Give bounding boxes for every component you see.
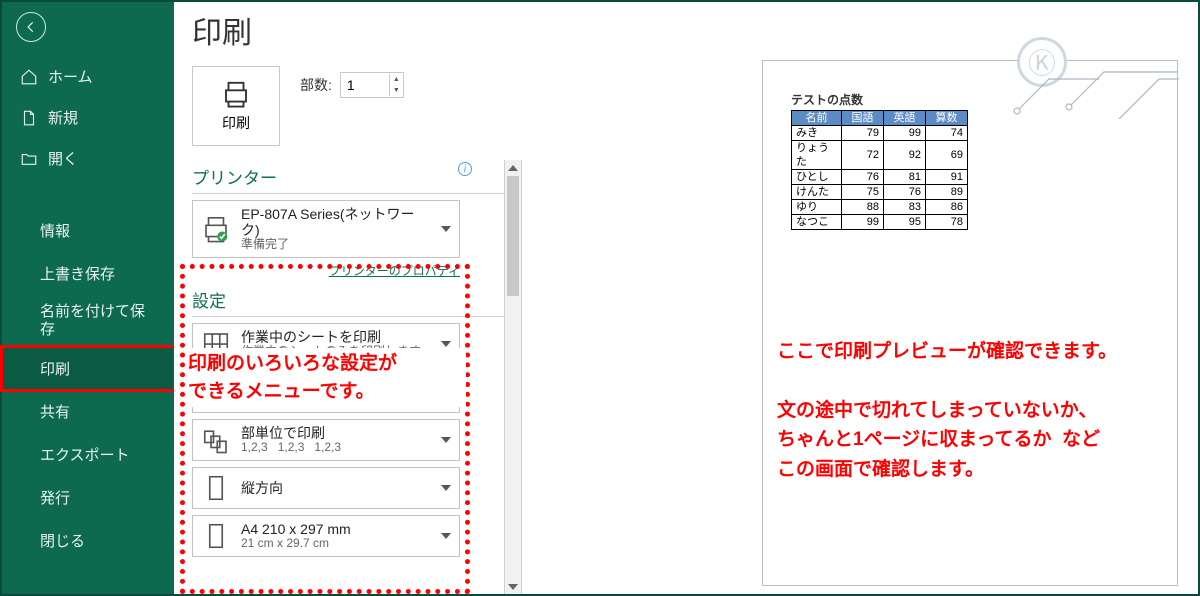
printer-name: EP-807A Series(ネットワーク) bbox=[241, 206, 431, 238]
chevron-down-icon bbox=[441, 485, 451, 491]
sidebar-item-home[interactable]: ホーム bbox=[2, 56, 174, 97]
option-icon bbox=[201, 425, 231, 455]
annotation-left: 印刷のいろいろな設定が できるメニューです。 bbox=[186, 348, 466, 407]
chevron-down-icon bbox=[441, 341, 451, 347]
print-button[interactable]: 印刷 bbox=[192, 66, 280, 146]
sidebar-item-export[interactable]: エクスポート bbox=[2, 433, 174, 476]
copies-control: 部数: ▲ ▼ bbox=[300, 72, 404, 98]
preview-table: 名前国語英語算数 みき799974りょうた729269ひとし768191けんた7… bbox=[791, 110, 968, 230]
print-button-label: 印刷 bbox=[222, 113, 250, 133]
sidebar-secondary: 情報上書き保存名前を付けて保存印刷共有エクスポート発行閉じる bbox=[2, 201, 174, 562]
open-folder-icon bbox=[20, 150, 38, 168]
info-icon[interactable]: i bbox=[458, 162, 472, 176]
setting-option-2[interactable]: 部単位で印刷1,2,3 1,2,3 1,2,3 bbox=[192, 419, 460, 461]
sidebar-item-open[interactable]: 開く bbox=[2, 138, 174, 179]
chevron-down-icon bbox=[441, 533, 451, 539]
decorative-lines bbox=[1009, 59, 1179, 119]
sidebar-primary: ホーム 新規 開く bbox=[2, 48, 174, 179]
sidebar-item-publish[interactable]: 発行 bbox=[2, 476, 174, 519]
setting-option-3[interactable]: 縦方向 bbox=[192, 467, 460, 509]
scroll-up[interactable] bbox=[505, 160, 521, 176]
printer-properties-link[interactable]: プリンターのプロパティ bbox=[192, 262, 460, 279]
copies-up[interactable]: ▲ bbox=[390, 74, 403, 85]
copies-label: 部数: bbox=[300, 75, 332, 95]
chevron-down-icon bbox=[441, 226, 451, 232]
sidebar-item-close[interactable]: 閉じる bbox=[2, 519, 174, 562]
chevron-down-icon bbox=[441, 437, 451, 443]
backstage-sidebar: ホーム 新規 開く 情報上書き保存名前を付けて保存印刷共有エクスポート発行閉じる bbox=[2, 2, 174, 594]
copies-input[interactable] bbox=[341, 75, 389, 95]
sidebar-item-save[interactable]: 上書き保存 bbox=[2, 252, 174, 295]
printer-icon bbox=[201, 214, 231, 244]
sidebar-item-info[interactable]: 情報 bbox=[2, 209, 174, 252]
home-icon bbox=[20, 68, 38, 86]
scroll-thumb[interactable] bbox=[507, 176, 519, 296]
sidebar-item-label: 新規 bbox=[48, 107, 78, 128]
printer-status: 準備完了 bbox=[241, 238, 431, 252]
sidebar-item-saveas[interactable]: 名前を付けて保存 bbox=[2, 295, 174, 347]
annotation-right: ここで印刷プレビューが確認できます。 文の途中で切れてしまっていないか、 ちゃん… bbox=[777, 337, 1197, 484]
copies-down[interactable]: ▼ bbox=[390, 85, 403, 96]
settings-section-title: 設定 bbox=[192, 287, 504, 317]
sidebar-item-new[interactable]: 新規 bbox=[2, 97, 174, 138]
option-icon bbox=[201, 521, 231, 551]
printer-selector[interactable]: EP-807A Series(ネットワーク) 準備完了 bbox=[192, 200, 460, 258]
sidebar-item-label: ホーム bbox=[48, 66, 93, 87]
printer-section-title: プリンター i bbox=[192, 164, 504, 194]
print-preview: Ⓚ テストの点数 名前国語英語算数 みき799974りょうた729269ひとし7… bbox=[762, 60, 1178, 586]
print-settings-column: 印刷 印刷 部数: ▲ ▼ bbox=[174, 2, 504, 594]
setting-option-4[interactable]: A4 210 x 297 mm21 cm x 29.7 cm bbox=[192, 515, 460, 557]
sidebar-item-label: 開く bbox=[48, 148, 78, 169]
new-doc-icon bbox=[20, 109, 38, 127]
back-button[interactable] bbox=[16, 12, 46, 42]
sidebar-item-print[interactable]: 印刷 bbox=[2, 347, 174, 390]
option-icon bbox=[201, 473, 231, 503]
page-title: 印刷 bbox=[192, 8, 504, 52]
main-area: 印刷 印刷 部数: ▲ ▼ bbox=[174, 2, 1198, 594]
sidebar-item-share[interactable]: 共有 bbox=[2, 390, 174, 433]
settings-scrollbar[interactable] bbox=[504, 160, 522, 594]
